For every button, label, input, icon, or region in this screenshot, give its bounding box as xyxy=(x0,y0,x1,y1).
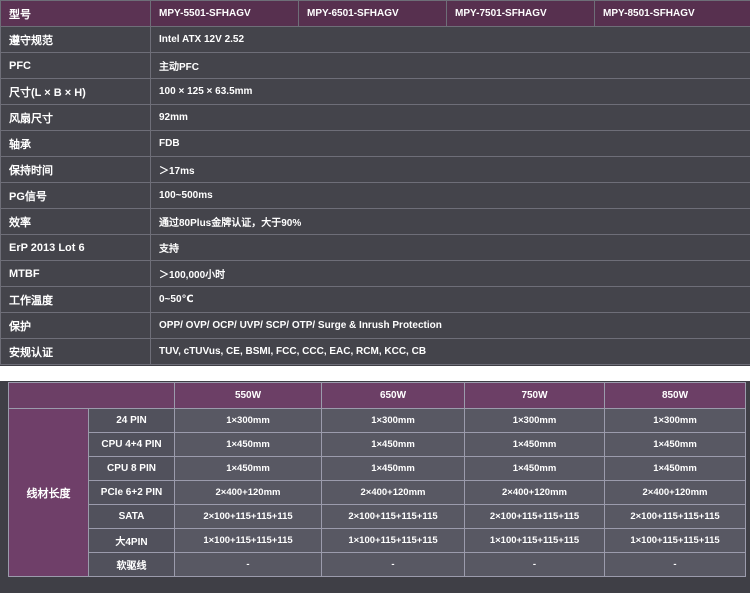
cable-value: - xyxy=(464,552,605,577)
spec-row: PFC 主动PFC xyxy=(0,52,750,79)
cable-value: 1×450mm xyxy=(174,456,322,481)
spec-label: 风扇尺寸 xyxy=(0,104,151,131)
spec-row: 保持时间 ＞17ms xyxy=(0,156,750,183)
cable-value: 1×450mm xyxy=(321,432,465,457)
cable-name: CPU 8 PIN xyxy=(88,456,175,481)
spec-label: ErP 2013 Lot 6 xyxy=(0,234,151,261)
spec-value: TUV, cTUVus, CE, BSMI, FCC, CCC, EAC, RC… xyxy=(150,338,750,365)
spec-label: 保持时间 xyxy=(0,156,151,183)
spec-value: 100 × 125 × 63.5mm xyxy=(150,78,750,105)
cable-value: 1×100+115+115+115 xyxy=(604,528,746,553)
cable-length-label: 线材长度 xyxy=(8,408,89,577)
model-label: 型号 xyxy=(0,0,151,27)
spec-row: ErP 2013 Lot 6 支持 xyxy=(0,234,750,261)
cable-name: SATA xyxy=(88,504,175,529)
cable-name: CPU 4+4 PIN xyxy=(88,432,175,457)
cable-name: 大4PIN xyxy=(88,528,175,553)
cable-value: 2×400+120mm xyxy=(464,480,605,505)
cable-value: 1×300mm xyxy=(464,408,605,433)
cable-value: 1×450mm xyxy=(321,456,465,481)
model-name: MPY-6501-SFHAGV xyxy=(298,0,447,27)
spec-header-row: 型号 MPY-5501-SFHAGV MPY-6501-SFHAGV MPY-7… xyxy=(0,0,750,27)
cable-value: 1×100+115+115+115 xyxy=(464,528,605,553)
cable-name: 软驱线 xyxy=(88,552,175,577)
spec-label: 轴承 xyxy=(0,130,151,157)
spec-row: 遵守规范 Intel ATX 12V 2.52 xyxy=(0,26,750,53)
spec-value: 通过80Plus金牌认证，大于90% xyxy=(150,208,750,235)
model-name: MPY-8501-SFHAGV xyxy=(594,0,750,27)
spec-label: 尺寸(L × B × H) xyxy=(0,78,151,105)
cable-header-row: 550W 650W 750W 850W xyxy=(8,382,746,409)
model-name: MPY-7501-SFHAGV xyxy=(446,0,595,27)
header-corner xyxy=(8,382,175,409)
cable-value: 2×400+120mm xyxy=(174,480,322,505)
spec-value: 0~50℃ xyxy=(150,286,750,313)
cable-value: 1×450mm xyxy=(604,432,746,457)
cable-value: - xyxy=(604,552,746,577)
wattage-header: 750W xyxy=(464,382,605,409)
section-divider xyxy=(0,366,750,381)
spec-value: Intel ATX 12V 2.52 xyxy=(150,26,750,53)
cable-value: 1×100+115+115+115 xyxy=(321,528,465,553)
spec-row: 安规认证 TUV, cTUVus, CE, BSMI, FCC, CCC, EAC… xyxy=(0,338,750,365)
spec-label: 遵守规范 xyxy=(0,26,151,53)
cable-length-table: 550W 650W 750W 850W 线材长度 24 PIN 1×300mm … xyxy=(8,382,746,577)
cable-row: 线材长度 24 PIN 1×300mm 1×300mm 1×300mm 1×30… xyxy=(8,408,746,577)
cable-row: SATA 2×100+115+115+115 2×100+115+115+115… xyxy=(9,504,746,529)
cable-value: 1×450mm xyxy=(604,456,746,481)
spec-label: PG信号 xyxy=(0,182,151,209)
cable-row: 大4PIN 1×100+115+115+115 1×100+115+115+11… xyxy=(9,528,746,553)
spec-label: 保护 xyxy=(0,312,151,339)
cable-value: 2×400+120mm xyxy=(321,480,465,505)
cable-value: 1×100+115+115+115 xyxy=(174,528,322,553)
spec-value: 92mm xyxy=(150,104,750,131)
wattage-header: 650W xyxy=(321,382,465,409)
cable-value: - xyxy=(174,552,322,577)
spec-label: 工作温度 xyxy=(0,286,151,313)
spec-value: 主动PFC xyxy=(150,52,750,79)
spec-value: ＞100,000小时 xyxy=(150,260,750,287)
cable-value: 1×450mm xyxy=(464,432,605,457)
spec-row: 轴承 FDB xyxy=(0,130,750,157)
cable-value: 2×100+115+115+115 xyxy=(604,504,746,529)
cable-value: 2×100+115+115+115 xyxy=(321,504,465,529)
cable-value: 1×300mm xyxy=(174,408,322,433)
spec-table: 型号 MPY-5501-SFHAGV MPY-6501-SFHAGV MPY-7… xyxy=(0,0,750,365)
spec-value: OPP/ OVP/ OCP/ UVP/ SCP/ OTP/ Surge & In… xyxy=(150,312,750,339)
spec-label: 安规认证 xyxy=(0,338,151,365)
cable-value: 2×100+115+115+115 xyxy=(174,504,322,529)
wattage-header: 550W xyxy=(174,382,322,409)
spec-row: 风扇尺寸 92mm xyxy=(0,104,750,131)
cable-value: 2×400+120mm xyxy=(604,480,746,505)
cable-value: 1×450mm xyxy=(174,432,322,457)
cable-value: 1×300mm xyxy=(321,408,465,433)
spec-row: PG信号 100~500ms xyxy=(0,182,750,209)
cable-row: PCIe 6+2 PIN 2×400+120mm 2×400+120mm 2×4… xyxy=(9,480,746,505)
spec-value: FDB xyxy=(150,130,750,157)
cable-row: 软驱线 - - - - xyxy=(9,552,746,577)
spec-label: PFC xyxy=(0,52,151,79)
spec-row: MTBF ＞100,000小时 xyxy=(0,260,750,287)
spec-value: ＞17ms xyxy=(150,156,750,183)
spec-value: 支持 xyxy=(150,234,750,261)
spec-label: 效率 xyxy=(0,208,151,235)
model-name: MPY-5501-SFHAGV xyxy=(150,0,299,27)
cable-value: - xyxy=(321,552,465,577)
cable-row: CPU 8 PIN 1×450mm 1×450mm 1×450mm 1×450m… xyxy=(9,456,746,481)
cable-name: 24 PIN xyxy=(88,408,175,433)
spec-row: 效率 通过80Plus金牌认证，大于90% xyxy=(0,208,750,235)
cable-name: PCIe 6+2 PIN xyxy=(88,480,175,505)
cable-value: 1×450mm xyxy=(464,456,605,481)
spec-row: 保护 OPP/ OVP/ OCP/ UVP/ SCP/ OTP/ Surge & … xyxy=(0,312,750,339)
spec-label: MTBF xyxy=(0,260,151,287)
cable-row: CPU 4+4 PIN 1×450mm 1×450mm 1×450mm 1×45… xyxy=(9,432,746,457)
spec-value: 100~500ms xyxy=(150,182,750,209)
spec-row: 尺寸(L × B × H) 100 × 125 × 63.5mm xyxy=(0,78,750,105)
cable-value: 1×300mm xyxy=(604,408,746,433)
wattage-header: 850W xyxy=(604,382,746,409)
spec-row: 工作温度 0~50℃ xyxy=(0,286,750,313)
cable-value: 2×100+115+115+115 xyxy=(464,504,605,529)
